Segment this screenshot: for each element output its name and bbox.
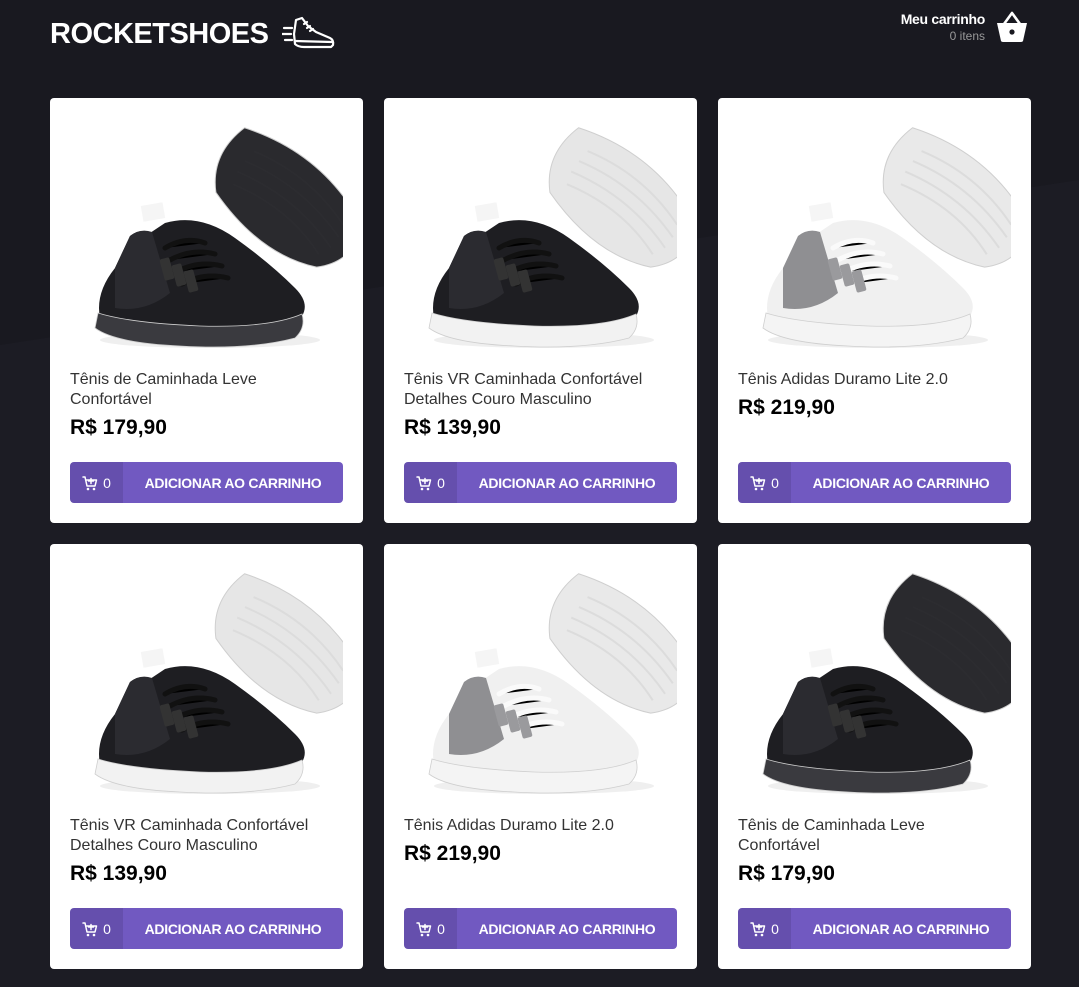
- add-to-cart-button[interactable]: 0 ADICIONAR AO CARRINHO: [404, 908, 677, 949]
- cart-count: 0 itens: [949, 29, 985, 43]
- product-title: Tênis Adidas Duramo Lite 2.0: [738, 371, 948, 388]
- cart-amount: 0: [103, 474, 111, 491]
- cart-amount: 0: [771, 920, 779, 937]
- add-to-cart-label: ADICIONAR AO CARRINHO: [144, 474, 322, 491]
- product-card: Tênis de Caminhada Leve Confortável R$ 1…: [718, 544, 1031, 969]
- product-title: Tênis de Caminhada Leve Confortável: [70, 371, 257, 408]
- brand-logo-link[interactable]: ROCKETSHOES: [50, 14, 336, 54]
- product-card: Tênis VR Caminhada Confortável Detalhes …: [384, 98, 697, 523]
- add-to-cart-button[interactable]: 0 ADICIONAR AO CARRINHO: [70, 462, 343, 503]
- product-price: R$ 179,90: [738, 862, 835, 885]
- product-price: R$ 179,90: [70, 416, 167, 439]
- product-title: Tênis VR Caminhada Confortável Detalhes …: [404, 371, 643, 408]
- cart-amount-box: 0: [70, 462, 123, 503]
- add-to-cart-label: ADICIONAR AO CARRINHO: [478, 920, 656, 937]
- product-price: R$ 219,90: [404, 842, 501, 865]
- add-to-cart-label: ADICIONAR AO CARRINHO: [144, 920, 322, 937]
- product-image[interactable]: [738, 118, 1011, 368]
- cart-amount-box: 0: [738, 462, 791, 503]
- product-image[interactable]: [70, 564, 343, 814]
- product-price: R$ 139,90: [404, 416, 501, 439]
- cart-link[interactable]: Meu carrinho 0 itens: [901, 10, 1029, 44]
- product-card: Tênis Adidas Duramo Lite 2.0 R$ 219,90 0…: [718, 98, 1031, 523]
- add-to-cart-button[interactable]: 0 ADICIONAR AO CARRINHO: [738, 908, 1011, 949]
- cart-amount: 0: [437, 920, 445, 937]
- basket-icon: [997, 11, 1027, 42]
- brand-name: ROCKETSHOES: [50, 17, 269, 50]
- add-to-cart-button[interactable]: 0 ADICIONAR AO CARRINHO: [70, 908, 343, 949]
- add-shopping-cart-icon: [750, 921, 766, 936]
- running-shoe-icon: [282, 16, 335, 49]
- product-title: Tênis VR Caminhada Confortável Detalhes …: [70, 817, 309, 854]
- cart-title: Meu carrinho: [900, 11, 986, 27]
- product-list: Tênis de Caminhada Leve Confortável R$ 1…: [50, 98, 1031, 969]
- cart-amount-box: 0: [70, 908, 123, 949]
- cart-amount: 0: [771, 474, 779, 491]
- add-shopping-cart-icon: [82, 921, 98, 936]
- cart-amount: 0: [103, 920, 111, 937]
- product-image[interactable]: [70, 118, 343, 368]
- cart-text: Meu carrinho 0 itens: [900, 11, 986, 43]
- add-shopping-cart-icon: [416, 475, 432, 490]
- add-shopping-cart-icon: [416, 921, 432, 936]
- product-card: Tênis VR Caminhada Confortável Detalhes …: [50, 544, 363, 969]
- add-shopping-cart-icon: [750, 475, 766, 490]
- add-shopping-cart-icon: [82, 475, 98, 490]
- cart-amount: 0: [437, 474, 445, 491]
- add-to-cart-button[interactable]: 0 ADICIONAR AO CARRINHO: [404, 462, 677, 503]
- add-to-cart-label: ADICIONAR AO CARRINHO: [478, 474, 656, 491]
- product-image[interactable]: [404, 564, 677, 814]
- site-header: ROCKETSHOES Meu carrinho 0 itens: [0, 0, 1079, 70]
- product-image[interactable]: [404, 118, 677, 368]
- product-title: Tênis Adidas Duramo Lite 2.0: [404, 817, 614, 834]
- product-price: R$ 219,90: [738, 396, 835, 419]
- cart-amount-box: 0: [404, 462, 457, 503]
- product-image[interactable]: [738, 564, 1011, 814]
- add-to-cart-label: ADICIONAR AO CARRINHO: [812, 920, 990, 937]
- product-title: Tênis de Caminhada Leve Confortável: [738, 817, 925, 854]
- product-card: Tênis de Caminhada Leve Confortável R$ 1…: [50, 98, 363, 523]
- cart-amount-box: 0: [404, 908, 457, 949]
- cart-amount-box: 0: [738, 908, 791, 949]
- product-card: Tênis Adidas Duramo Lite 2.0 R$ 219,90 0…: [384, 544, 697, 969]
- add-to-cart-button[interactable]: 0 ADICIONAR AO CARRINHO: [738, 462, 1011, 503]
- add-to-cart-label: ADICIONAR AO CARRINHO: [812, 474, 990, 491]
- product-price: R$ 139,90: [70, 862, 167, 885]
